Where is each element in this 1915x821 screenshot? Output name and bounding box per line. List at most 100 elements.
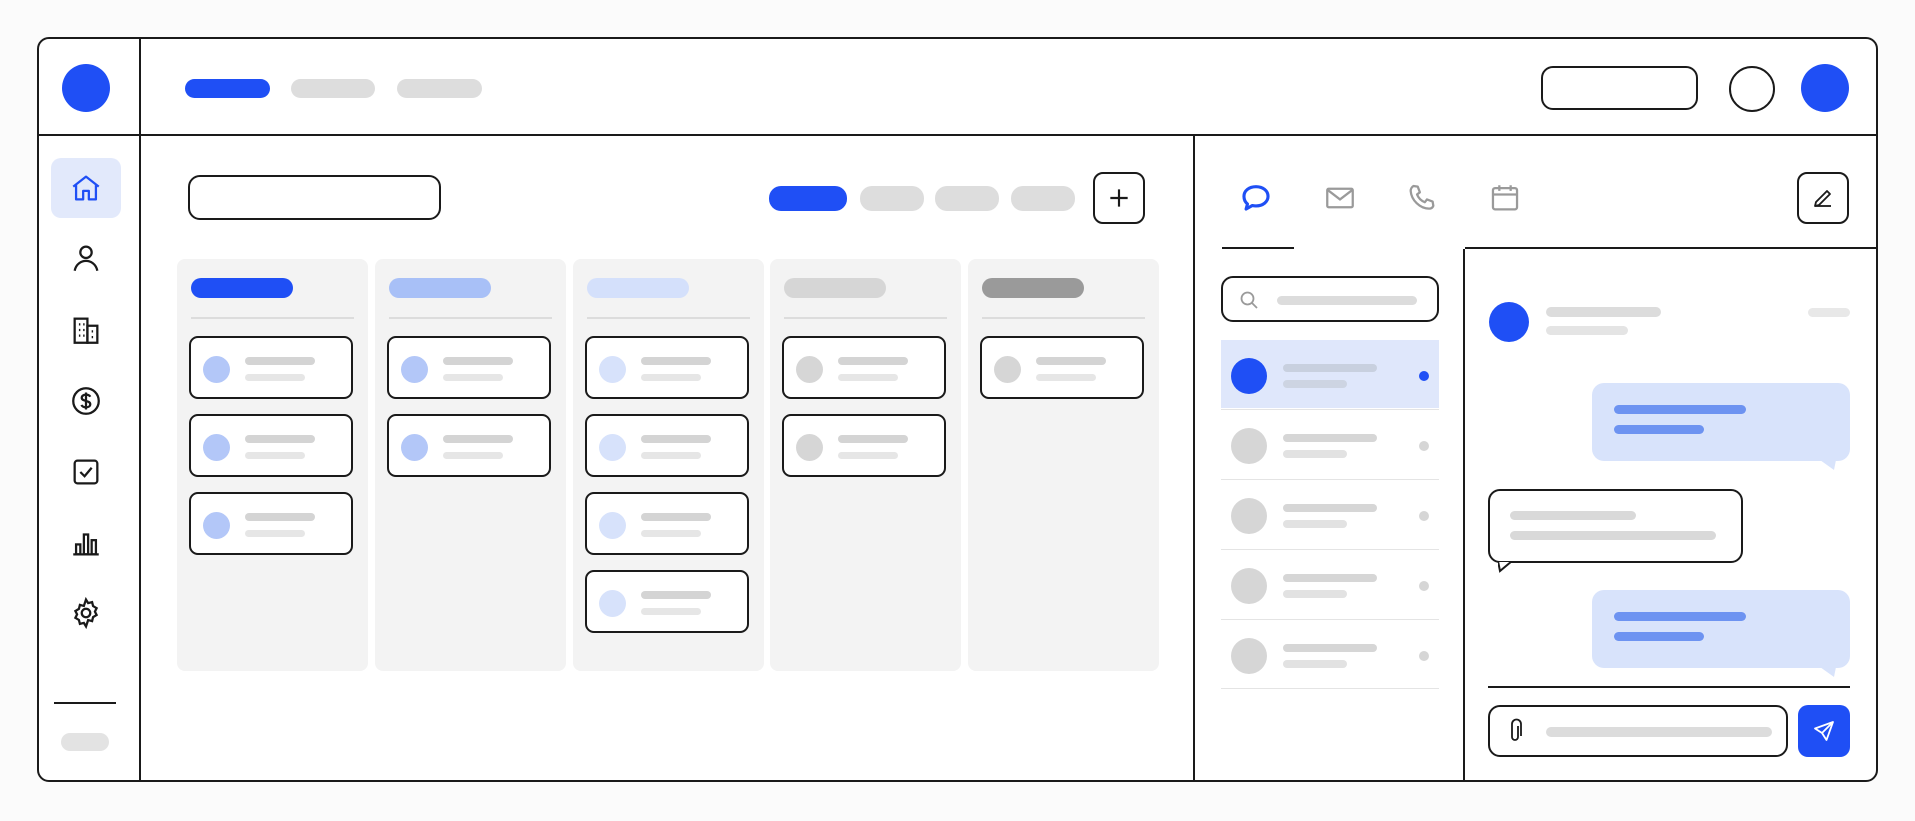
card-subtitle-bar (1036, 374, 1096, 381)
column-divider (982, 317, 1145, 319)
chat-header-time-bar (1808, 308, 1850, 317)
sidebar-item-deals[interactable] (51, 371, 121, 431)
column-header[interactable] (784, 278, 886, 298)
sidebar-item-tasks[interactable] (51, 442, 121, 502)
topbar-divider (39, 134, 1876, 136)
conversation-separator (1221, 549, 1439, 550)
add-button[interactable] (1093, 172, 1145, 224)
kanban-card[interactable] (585, 336, 749, 399)
card-title-bar (641, 435, 711, 443)
card-subtitle-bar (245, 452, 305, 459)
message-outgoing (1592, 383, 1850, 461)
bar-chart-icon (73, 533, 99, 556)
logo-icon[interactable] (62, 64, 110, 112)
bubble-tail-2 (1820, 667, 1836, 677)
chat-header-avatar[interactable] (1489, 302, 1529, 342)
message-input[interactable] (1488, 705, 1788, 757)
column-divider (191, 317, 354, 319)
conversation-item[interactable] (1221, 340, 1439, 408)
kanban-card[interactable] (387, 336, 551, 399)
conversation-separator (1221, 619, 1439, 620)
conversation-list-divider (1463, 249, 1465, 780)
topbar-action-button[interactable] (1541, 66, 1698, 110)
user-avatar-icon[interactable] (1801, 64, 1849, 112)
kanban-card[interactable] (189, 492, 353, 555)
card-avatar (401, 434, 428, 461)
conversation-name-bar (1283, 574, 1377, 582)
board-divider (1193, 136, 1195, 780)
conversation-name-bar (1283, 364, 1377, 372)
conversation-item[interactable] (1221, 410, 1439, 478)
sidebar-bottom-pill[interactable] (61, 733, 109, 751)
card-title-bar (245, 357, 315, 365)
conversation-separator (1221, 409, 1439, 410)
kanban-card[interactable] (585, 414, 749, 477)
card-subtitle-bar (838, 374, 898, 381)
tab-calls[interactable] (1402, 178, 1442, 218)
card-subtitle-bar (641, 374, 701, 381)
filter-pill-3[interactable] (935, 186, 999, 211)
conversation-preview-bar (1283, 380, 1347, 388)
nav-pill-2[interactable] (291, 79, 375, 98)
kanban-card[interactable] (782, 336, 946, 399)
status-dot (1419, 651, 1429, 661)
bubble-tail (1820, 460, 1836, 470)
sidebar-item-home[interactable] (51, 158, 121, 218)
conversation-avatar (1231, 498, 1267, 534)
checkbox-icon (73, 459, 99, 485)
card-subtitle-bar (641, 530, 701, 537)
conversation-item[interactable] (1221, 620, 1439, 688)
chat-bubble-icon (1242, 185, 1270, 211)
sidebar-item-companies[interactable] (51, 300, 121, 360)
card-title-bar (838, 357, 908, 365)
kanban-card[interactable] (189, 414, 353, 477)
card-title-bar (641, 591, 711, 599)
conversation-search-input[interactable] (1221, 276, 1439, 322)
compose-button[interactable] (1797, 172, 1849, 224)
kanban-card[interactable] (585, 492, 749, 555)
sidebar-item-settings[interactable] (51, 583, 121, 643)
conversation-name-bar (1283, 644, 1377, 652)
card-subtitle-bar (245, 530, 305, 537)
conversation-item[interactable] (1221, 550, 1439, 618)
kanban-card[interactable] (980, 336, 1144, 399)
kanban-card[interactable] (585, 570, 749, 633)
bubble-tail-incoming (1498, 561, 1514, 573)
column-header[interactable] (587, 278, 689, 298)
card-title-bar (245, 435, 315, 443)
tab-chat[interactable] (1236, 178, 1276, 218)
messaging-header-divider (1465, 247, 1876, 249)
send-button[interactable] (1798, 705, 1850, 757)
active-tab-underline (1222, 247, 1294, 249)
filter-pill-1[interactable] (769, 186, 847, 211)
send-icon (1814, 721, 1834, 741)
conversation-item[interactable] (1221, 480, 1439, 548)
tab-mail[interactable] (1320, 178, 1360, 218)
kanban-card[interactable] (782, 414, 946, 477)
column-header[interactable] (191, 278, 293, 298)
tab-calendar[interactable] (1485, 178, 1525, 218)
kanban-card[interactable] (387, 414, 551, 477)
settings-gear-icon (73, 596, 99, 630)
sidebar-item-contacts[interactable] (51, 228, 121, 288)
column-header[interactable] (389, 278, 491, 298)
kanban-column (770, 259, 961, 671)
card-avatar (401, 356, 428, 383)
card-avatar (796, 356, 823, 383)
kanban-column (177, 259, 368, 671)
notification-circle-icon[interactable] (1729, 66, 1775, 112)
sidebar-item-reports[interactable] (51, 513, 121, 573)
nav-pill-1[interactable] (185, 79, 270, 98)
paperclip-icon[interactable] (1504, 718, 1526, 746)
conversation-separator (1221, 479, 1439, 480)
filter-pill-2[interactable] (860, 186, 924, 211)
card-avatar (599, 590, 626, 617)
board-search-input[interactable] (188, 175, 441, 220)
chat-header-status-bar (1546, 326, 1628, 335)
column-header[interactable] (982, 278, 1084, 298)
filter-pill-4[interactable] (1011, 186, 1075, 211)
card-subtitle-bar (245, 374, 305, 381)
kanban-card[interactable] (189, 336, 353, 399)
nav-pill-3[interactable] (397, 79, 482, 98)
conversation-separator (1221, 688, 1439, 689)
